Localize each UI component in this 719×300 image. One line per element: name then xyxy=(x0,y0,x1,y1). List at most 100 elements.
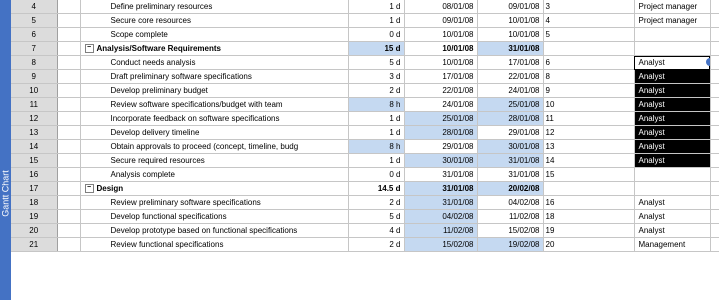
predecessors-cell[interactable]: 9 xyxy=(543,83,635,98)
start-date-cell[interactable]: 31/01/08 xyxy=(404,195,478,210)
finish-date-cell[interactable]: 20/02/08 xyxy=(477,181,544,196)
start-date-cell[interactable]: 28/01/08 xyxy=(404,125,478,140)
blank-cell[interactable] xyxy=(710,69,719,84)
resource-names-cell[interactable]: Analyst xyxy=(634,209,711,224)
blank-cell[interactable] xyxy=(710,125,719,140)
start-date-cell[interactable]: 09/01/08 xyxy=(404,13,478,28)
task-name-cell[interactable]: − Design xyxy=(80,181,349,196)
task-name-cell[interactable]: Develop prototype based on functional sp… xyxy=(80,223,349,238)
duration-cell[interactable]: 2 d xyxy=(348,83,405,98)
indicator-cell[interactable] xyxy=(57,153,81,168)
resource-names-cell[interactable]: Project manager xyxy=(634,0,711,14)
finish-date-cell[interactable]: 10/01/08 xyxy=(477,13,544,28)
start-date-cell[interactable]: 31/01/08 xyxy=(404,181,478,196)
duration-cell[interactable]: 1 d xyxy=(348,111,405,126)
finish-date-cell[interactable]: 11/02/08 xyxy=(477,209,544,224)
blank-cell[interactable] xyxy=(710,0,719,14)
resource-names-cell[interactable]: Analyst xyxy=(634,139,711,154)
finish-date-cell[interactable]: 28/01/08 xyxy=(477,111,544,126)
start-date-cell[interactable]: 10/01/08 xyxy=(404,27,478,42)
finish-date-cell[interactable]: 30/01/08 xyxy=(477,139,544,154)
indicator-cell[interactable] xyxy=(57,69,81,84)
task-name-cell[interactable]: Review functional specifications xyxy=(80,237,349,252)
finish-date-cell[interactable]: 31/01/08 xyxy=(477,153,544,168)
finish-date-cell[interactable]: 15/02/08 xyxy=(477,223,544,238)
row-id-cell[interactable]: 13 xyxy=(11,125,58,140)
task-row[interactable]: 6 Scope complete 0 d 10/01/08 10/01/08 5 xyxy=(11,27,719,42)
resource-names-cell[interactable]: Analyst xyxy=(634,55,711,70)
task-name-cell[interactable]: Secure core resources xyxy=(80,13,349,28)
view-bar[interactable]: Gantt Chart xyxy=(0,0,11,300)
resource-names-cell[interactable]: Analyst xyxy=(634,125,711,140)
task-name-cell[interactable]: − Analysis/Software Requirements xyxy=(80,41,349,56)
blank-cell[interactable] xyxy=(710,209,719,224)
indicator-cell[interactable] xyxy=(57,13,81,28)
duration-cell[interactable]: 0 d xyxy=(348,167,405,182)
task-name-cell[interactable]: Obtain approvals to proceed (concept, ti… xyxy=(80,139,349,154)
resource-names-cell[interactable]: Analyst xyxy=(634,97,711,112)
row-id-cell[interactable]: 21 xyxy=(11,237,58,252)
duration-cell[interactable]: 0 d xyxy=(348,27,405,42)
predecessors-cell[interactable]: 16 xyxy=(543,195,635,210)
predecessors-cell[interactable] xyxy=(543,41,635,56)
task-name-cell[interactable]: Develop delivery timeline xyxy=(80,125,349,140)
resource-names-cell[interactable]: Analyst xyxy=(634,111,711,126)
finish-date-cell[interactable]: 25/01/08 xyxy=(477,97,544,112)
predecessors-cell[interactable]: 18 xyxy=(543,209,635,224)
start-date-cell[interactable]: 10/01/08 xyxy=(404,55,478,70)
task-row[interactable]: 4 Define preliminary resources 1 d 08/01/08… xyxy=(11,0,719,14)
row-id-cell[interactable]: 16 xyxy=(11,167,58,182)
start-date-cell[interactable]: 17/01/08 xyxy=(404,69,478,84)
task-name-cell[interactable]: Conduct needs analysis xyxy=(80,55,349,70)
row-id-cell[interactable]: 5 xyxy=(11,13,58,28)
blank-cell[interactable] xyxy=(710,195,719,210)
task-row[interactable]: 20 Develop prototype based on functional … xyxy=(11,223,719,238)
task-row[interactable]: 11 Review software specifications/budget … xyxy=(11,97,719,112)
dropdown-icon[interactable] xyxy=(705,58,709,66)
row-id-cell[interactable]: 10 xyxy=(11,83,58,98)
task-name-cell[interactable]: Scope complete xyxy=(80,27,349,42)
row-id-cell[interactable]: 14 xyxy=(11,139,58,154)
start-date-cell[interactable]: 08/01/08 xyxy=(404,0,478,14)
task-row[interactable]: 9 Draft preliminary software specificatio… xyxy=(11,69,719,84)
indicator-cell[interactable] xyxy=(57,167,81,182)
indicator-cell[interactable] xyxy=(57,223,81,238)
blank-cell[interactable] xyxy=(710,167,719,182)
blank-cell[interactable] xyxy=(710,27,719,42)
row-id-cell[interactable]: 7 xyxy=(11,41,58,56)
duration-cell[interactable]: 1 d xyxy=(348,13,405,28)
task-row[interactable]: 15 Secure required resources 1 d 30/01/08 31… xyxy=(11,153,719,168)
row-id-cell[interactable]: 9 xyxy=(11,69,58,84)
start-date-cell[interactable]: 11/02/08 xyxy=(404,223,478,238)
start-date-cell[interactable]: 31/01/08 xyxy=(404,167,478,182)
finish-date-cell[interactable]: 31/01/08 xyxy=(477,167,544,182)
predecessors-cell[interactable]: 11 xyxy=(543,111,635,126)
blank-cell[interactable] xyxy=(710,223,719,238)
task-name-cell[interactable]: Incorporate feedback on software specifi… xyxy=(80,111,349,126)
finish-date-cell[interactable]: 24/01/08 xyxy=(477,83,544,98)
duration-cell[interactable]: 1 d xyxy=(348,153,405,168)
duration-cell[interactable]: 2 d xyxy=(348,237,405,252)
blank-cell[interactable] xyxy=(710,83,719,98)
predecessors-cell[interactable]: 14 xyxy=(543,153,635,168)
blank-cell[interactable] xyxy=(710,13,719,28)
task-name-cell[interactable]: Define preliminary resources xyxy=(80,0,349,14)
task-name-cell[interactable]: Secure required resources xyxy=(80,153,349,168)
blank-cell[interactable] xyxy=(710,111,719,126)
blank-cell[interactable] xyxy=(710,41,719,56)
finish-date-cell[interactable]: 10/01/08 xyxy=(477,27,544,42)
predecessors-cell[interactable]: 6 xyxy=(543,55,635,70)
finish-date-cell[interactable]: 29/01/08 xyxy=(477,125,544,140)
summary-task-row[interactable]: 17− Design 14.5 d 31/01/08 20/02/08 xyxy=(11,181,719,196)
finish-date-cell[interactable]: 04/02/08 xyxy=(477,195,544,210)
task-row[interactable]: 19 Develop functional specifications 5 d 04… xyxy=(11,209,719,224)
resource-names-cell[interactable]: Analyst xyxy=(634,195,711,210)
row-id-cell[interactable]: 12 xyxy=(11,111,58,126)
predecessors-cell[interactable]: 8 xyxy=(543,69,635,84)
collapse-toggle-icon[interactable]: − xyxy=(84,183,94,193)
duration-cell[interactable]: 8 h xyxy=(348,139,405,154)
start-date-cell[interactable]: 30/01/08 xyxy=(404,153,478,168)
row-id-cell[interactable]: 18 xyxy=(11,195,58,210)
start-date-cell[interactable]: 15/02/08 xyxy=(404,237,478,252)
row-id-cell[interactable]: 15 xyxy=(11,153,58,168)
